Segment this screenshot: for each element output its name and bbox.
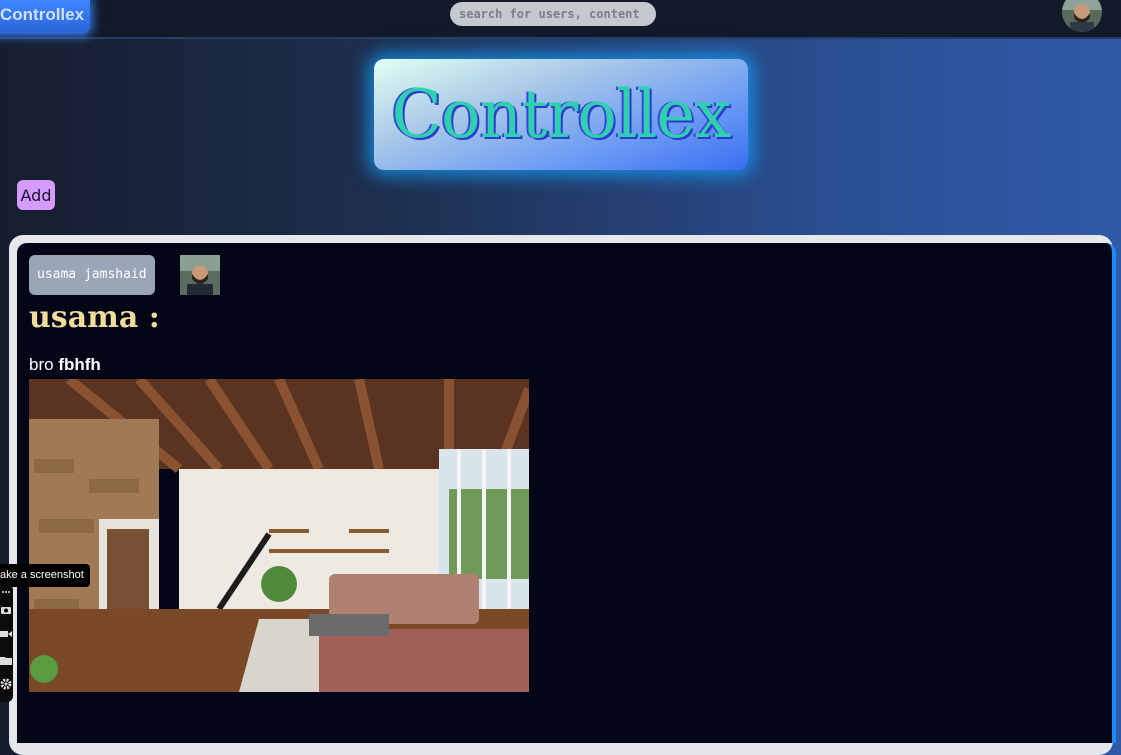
post-author-button[interactable]: usama jamshaid: [29, 255, 155, 295]
hero-banner: Controllex: [374, 59, 748, 170]
user-avatar-icon: [1062, 0, 1102, 32]
screenshot-tooltip: ake a screenshot: [0, 564, 90, 587]
video-icon[interactable]: [0, 628, 12, 640]
brand-logo-button[interactable]: Controllex: [0, 0, 91, 34]
profile-avatar[interactable]: [1062, 0, 1102, 32]
search-input[interactable]: [450, 2, 656, 26]
post-body: bro fbhfh: [29, 355, 101, 375]
gear-icon[interactable]: [0, 678, 12, 690]
add-button[interactable]: Add: [17, 180, 55, 210]
user-avatar-icon: [180, 255, 220, 295]
post-author-avatar[interactable]: [180, 255, 220, 295]
camera-icon[interactable]: [0, 604, 12, 616]
hero-title: Controllex: [391, 76, 731, 153]
screenshot-toolbar: [0, 584, 13, 702]
post-body-text: bro: [29, 355, 54, 374]
post-image: [29, 379, 529, 692]
more-icon[interactable]: [0, 586, 12, 598]
post-title: usama :: [29, 300, 160, 335]
post-body-bold-text: fbhfh: [58, 355, 101, 374]
top-navbar: Controllex: [0, 0, 1121, 39]
folder-icon[interactable]: [0, 654, 12, 666]
